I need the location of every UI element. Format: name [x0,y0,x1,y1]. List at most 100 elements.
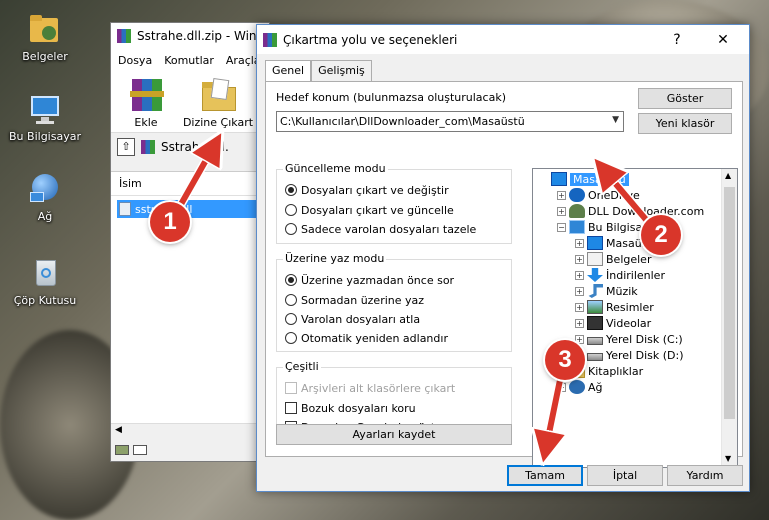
annotation-badge-1: 1 [150,202,190,242]
radio[interactable] [285,313,297,325]
tree-item[interactable]: + DLL Downloader.com [557,203,704,219]
destination-path-combobox[interactable]: C:\Kullanıcılar\DllDownloader_com\Masaüs… [276,111,624,132]
scroll-left-icon[interactable]: ◀ [115,425,122,435]
dialog-tabs: Genel Gelişmiş [265,60,372,83]
close-button[interactable]: ✕ [703,25,743,54]
radio-selected[interactable] [285,184,297,196]
new-folder-button[interactable]: Yeni klasör [638,113,732,134]
radio[interactable] [285,204,297,216]
option-label: Arşivleri alt klasörlere çıkart [301,381,456,395]
misc-option-keep-broken[interactable]: Bozuk dosyaları koru [285,400,416,416]
tree-item-label: Yerel Disk (C:) [606,332,683,346]
checkbox[interactable] [285,402,297,414]
overwrite-mode-title: Üzerine yaz modu [283,252,387,265]
general-tab-panel: Hedef konum (bulunmazsa oluşturulacak) C… [265,81,743,468]
tree-item[interactable]: + İndirilenler [575,267,665,283]
column-header-name[interactable]: İsim [111,172,269,196]
radio-selected[interactable] [285,274,297,286]
scroll-up-icon[interactable]: ▲ [725,171,731,180]
expand-toggle-icon[interactable]: + [575,254,584,264]
pictures-icon [587,300,603,314]
overwrite-option-without-prompt[interactable]: Sormadan üzerine yaz [285,292,424,308]
up-folder-icon[interactable]: ⇧ [117,138,135,156]
tree-item-label: Yerel Disk (D:) [606,348,684,362]
overwrite-option-ask[interactable]: Üzerine yazmadan önce sor [285,272,454,288]
update-option-freshen[interactable]: Sadece varolan dosyaları tazele [285,221,476,237]
extract-to-button[interactable]: Dizine Çıkart [181,77,255,132]
key-status-icon [133,445,147,455]
documents-icon [587,252,603,266]
dll-file-icon [119,202,131,216]
cancel-button[interactable]: İptal [587,465,663,486]
show-button[interactable]: Göster [638,88,732,109]
overwrite-option-rename[interactable]: Otomatik yeniden adlandır [285,330,448,346]
desktop-icon [551,172,567,186]
misc-option-subfolders: Arşivleri alt klasörlere çıkart [285,380,455,396]
winrar-window: Sstrahe.dll.zip - Win Dosya Komutlar Ara… [110,22,270,462]
update-option-replace[interactable]: Dosyaları çıkart ve değiştir [285,182,449,198]
expand-toggle-icon[interactable]: + [575,238,584,248]
help-button[interactable]: Yardım [667,465,743,486]
option-label: Dosyaları çıkart ve güncelle [301,203,454,217]
help-title-button[interactable]: ? [657,25,697,54]
overwrite-option-skip[interactable]: Varolan dosyaları atla [285,311,420,327]
destination-label: Hedef konum (bulunmazsa oluşturulacak) [276,91,506,104]
dialog-titlebar: Çıkartma yolu ve seçenekleri ? ✕ [257,25,749,54]
expand-toggle-icon[interactable]: + [557,382,566,392]
tree-item[interactable]: Masaüstü [539,171,630,187]
winrar-app-icon [117,29,131,43]
expand-toggle-icon[interactable]: + [557,190,566,200]
expand-toggle-icon[interactable]: + [575,302,584,312]
tree-item[interactable]: +Yerel Disk (D:) [575,347,684,363]
option-label: Dosyaları çıkart ve değiştir [301,183,449,197]
desktop-icon-network[interactable]: Ağ [8,172,82,223]
collapse-toggle-icon[interactable]: − [557,222,566,232]
tree-item-label: Müzik [606,284,638,298]
radio[interactable] [285,294,297,306]
tree-item[interactable]: + Videolar [575,315,651,331]
chevron-down-icon[interactable]: ▼ [612,115,619,125]
tree-item[interactable]: + OneDrive [557,187,640,203]
tree-item[interactable]: + Resimler [575,299,654,315]
update-option-update[interactable]: Dosyaları çıkart ve güncelle [285,202,454,218]
tab-general[interactable]: Genel [265,60,312,83]
add-button[interactable]: Ekle [121,77,171,132]
extract-folder-icon [198,77,238,113]
scroll-thumb[interactable] [724,187,735,419]
desktop-icon-recycle-bin[interactable]: Çöp Kutusu [8,256,82,307]
expand-toggle-icon[interactable]: + [575,270,584,280]
user-icon [569,204,585,218]
scroll-down-icon[interactable]: ▼ [725,454,731,463]
folder-tree[interactable]: Masaüstü + OneDrive + DLL Downloader.com − Bu … [532,168,738,468]
tree-item-label: OneDrive [588,188,640,202]
option-label: Bozuk dosyaları koru [301,401,416,415]
tree-item-label: Kitaplıklar [588,364,644,378]
expand-toggle-icon[interactable]: + [557,206,566,216]
tree-vertical-scrollbar[interactable]: ▲ ▼ [721,169,737,465]
winrar-app-icon [263,32,277,47]
menu-dosya[interactable]: Dosya [118,54,152,67]
desktop-icon-label: Çöp Kutusu [13,294,77,307]
expand-toggle-icon[interactable]: + [575,334,584,344]
tree-item[interactable]: + Belgeler [575,251,651,267]
horizontal-scrollbar[interactable]: ◀ [111,423,269,439]
tree-item[interactable]: + Ağ [557,379,603,395]
menu-komutlar[interactable]: Komutlar [164,54,214,67]
desktop-icon-this-pc[interactable]: Bu Bilgisayar [8,92,82,143]
ok-button[interactable]: Tamam [507,465,583,486]
winrar-toolbar: Ekle Dizine Çıkart [111,71,269,133]
expand-toggle-icon[interactable]: + [575,318,584,328]
winrar-titlebar: Sstrahe.dll.zip - Win [111,23,269,49]
tree-item-label: Ağ [588,380,603,394]
annotation-badge-2: 2 [641,215,681,255]
desktop-icon-documents[interactable]: Belgeler [8,12,82,63]
radio[interactable] [285,332,297,344]
radio[interactable] [285,223,297,235]
expand-toggle-icon[interactable]: + [575,286,584,296]
save-settings-button[interactable]: Ayarları kaydet [276,424,512,445]
tab-advanced[interactable]: Gelişmiş [311,60,372,82]
tree-item[interactable]: + Yerel Disk (C:) [575,331,683,347]
tree-item-label: Belgeler [606,252,652,266]
tree-item[interactable]: + Müzik [575,283,638,299]
tree-item-label: İndirilenler [606,268,665,282]
